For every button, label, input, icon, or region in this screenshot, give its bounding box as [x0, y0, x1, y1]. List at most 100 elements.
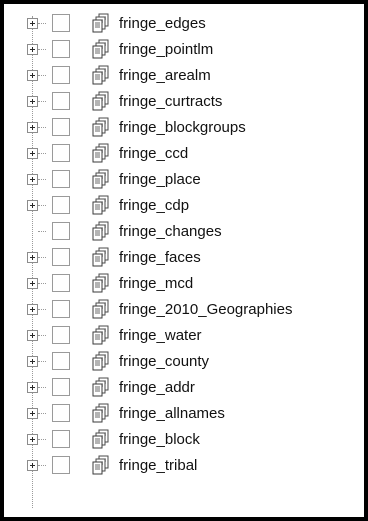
tree-connector	[38, 152, 46, 154]
tree-connector	[38, 334, 46, 336]
tree-item-fringe_water[interactable]: fringe_water	[26, 322, 366, 348]
tree-item-fringe_allnames[interactable]: fringe_allnames	[26, 400, 366, 426]
layer-group-icon	[92, 455, 110, 475]
expand-plus-icon[interactable]	[27, 43, 38, 55]
tree-connector	[38, 100, 46, 102]
tree-item-fringe_ccd[interactable]: fringe_ccd	[26, 140, 366, 166]
expand-plus-icon[interactable]	[27, 381, 38, 393]
layer-visibility-checkbox[interactable]	[52, 66, 70, 84]
tree-connector	[38, 464, 46, 466]
layer-group-icon	[92, 117, 110, 137]
layer-label: fringe_cdp	[119, 196, 190, 214]
layer-label: fringe_ccd	[119, 144, 189, 162]
tree-item-fringe_county[interactable]: fringe_county	[26, 348, 366, 374]
layer-label: fringe_block	[119, 430, 200, 448]
tree-item-fringe_block[interactable]: fringe_block	[26, 426, 366, 452]
layer-label: fringe_2010_Geographies	[119, 300, 293, 318]
layer-visibility-checkbox[interactable]	[52, 170, 70, 188]
expand-plus-icon[interactable]	[27, 251, 38, 263]
tree-item-fringe_faces[interactable]: fringe_faces	[26, 244, 366, 270]
layer-group-icon	[92, 91, 110, 111]
layer-visibility-checkbox[interactable]	[52, 222, 70, 240]
layer-group-icon	[92, 299, 110, 319]
layer-visibility-checkbox[interactable]	[52, 326, 70, 344]
layer-visibility-checkbox[interactable]	[52, 404, 70, 422]
layer-label: fringe_faces	[119, 248, 201, 266]
tree-connector	[38, 230, 46, 232]
tree-item-fringe_addr[interactable]: fringe_addr	[26, 374, 366, 400]
tree-connector	[38, 412, 46, 414]
expand-plus-icon[interactable]	[27, 329, 38, 341]
tree-item-fringe_mcd[interactable]: fringe_mcd	[26, 270, 366, 296]
tree-connector	[38, 256, 46, 258]
tree-item-fringe_cdp[interactable]: fringe_cdp	[26, 192, 366, 218]
tree-connector	[38, 308, 46, 310]
layer-visibility-checkbox[interactable]	[52, 196, 70, 214]
tree-connector	[38, 178, 46, 180]
expand-plus-icon[interactable]	[27, 277, 38, 289]
layer-visibility-checkbox[interactable]	[52, 378, 70, 396]
tree-item-fringe_pointlm[interactable]: fringe_pointlm	[26, 36, 366, 62]
expand-plus-icon[interactable]	[27, 459, 38, 471]
tree-connector	[38, 282, 46, 284]
expand-plus-icon[interactable]	[27, 303, 38, 315]
tree-connector	[38, 360, 46, 362]
expand-plus-icon[interactable]	[27, 407, 38, 419]
layer-label: fringe_curtracts	[119, 92, 223, 110]
layer-group-icon	[92, 247, 110, 267]
tree-item-fringe_place[interactable]: fringe_place	[26, 166, 366, 192]
layer-visibility-checkbox[interactable]	[52, 248, 70, 266]
layer-group-icon	[92, 351, 110, 371]
layer-label: fringe_edges	[119, 14, 206, 32]
layer-visibility-checkbox[interactable]	[52, 430, 70, 448]
layer-group-icon	[92, 169, 110, 189]
layer-group-icon	[92, 273, 110, 293]
layer-label: fringe_arealm	[119, 66, 211, 84]
tree-connector	[38, 74, 46, 76]
expand-plus-icon[interactable]	[27, 121, 38, 133]
layer-label: fringe_county	[119, 352, 210, 370]
layer-visibility-checkbox[interactable]	[52, 456, 70, 474]
tree-item-fringe_tribal[interactable]: fringe_tribal	[26, 452, 366, 478]
layer-group-icon	[92, 65, 110, 85]
expand-plus-icon[interactable]	[27, 147, 38, 159]
layer-visibility-checkbox[interactable]	[52, 274, 70, 292]
layer-group-icon	[92, 221, 110, 241]
layer-group-icon	[92, 429, 110, 449]
tree-item-fringe_blockgroups[interactable]: fringe_blockgroups	[26, 114, 366, 140]
layer-label: fringe_addr	[119, 378, 195, 396]
expand-plus-icon[interactable]	[27, 173, 38, 185]
tree-connector	[38, 204, 46, 206]
expand-plus-icon[interactable]	[27, 355, 38, 367]
expand-plus-icon[interactable]	[27, 95, 38, 107]
expand-plus-icon[interactable]	[27, 17, 38, 29]
tree-connector	[38, 22, 46, 24]
expand-plus-icon[interactable]	[27, 433, 38, 445]
expand-plus-icon[interactable]	[27, 199, 38, 211]
tree-item-fringe_changes[interactable]: fringe_changes	[26, 218, 366, 244]
tree-item-fringe_2010_Geographies[interactable]: fringe_2010_Geographies	[26, 296, 366, 322]
layer-visibility-checkbox[interactable]	[52, 144, 70, 162]
layer-visibility-checkbox[interactable]	[52, 40, 70, 58]
layer-label: fringe_pointlm	[119, 40, 214, 58]
layer-label: fringe_changes	[119, 222, 222, 240]
tree-item-fringe_edges[interactable]: fringe_edges	[26, 10, 366, 36]
tree-connector	[38, 438, 46, 440]
tree-connector	[38, 386, 46, 388]
layer-label: fringe_allnames	[119, 404, 225, 422]
layer-label: fringe_tribal	[119, 456, 198, 474]
layer-visibility-checkbox[interactable]	[52, 300, 70, 318]
expand-plus-icon[interactable]	[27, 69, 38, 81]
layer-group-icon	[92, 377, 110, 397]
layer-visibility-checkbox[interactable]	[52, 92, 70, 110]
layer-visibility-checkbox[interactable]	[52, 14, 70, 32]
layer-visibility-checkbox[interactable]	[52, 118, 70, 136]
tree-item-fringe_arealm[interactable]: fringe_arealm	[26, 62, 366, 88]
layer-group-icon	[92, 195, 110, 215]
layer-visibility-checkbox[interactable]	[52, 352, 70, 370]
layer-label: fringe_water	[119, 326, 202, 344]
tree-item-fringe_curtracts[interactable]: fringe_curtracts	[26, 88, 366, 114]
layer-label: fringe_blockgroups	[119, 118, 246, 136]
layer-label: fringe_place	[119, 170, 201, 188]
